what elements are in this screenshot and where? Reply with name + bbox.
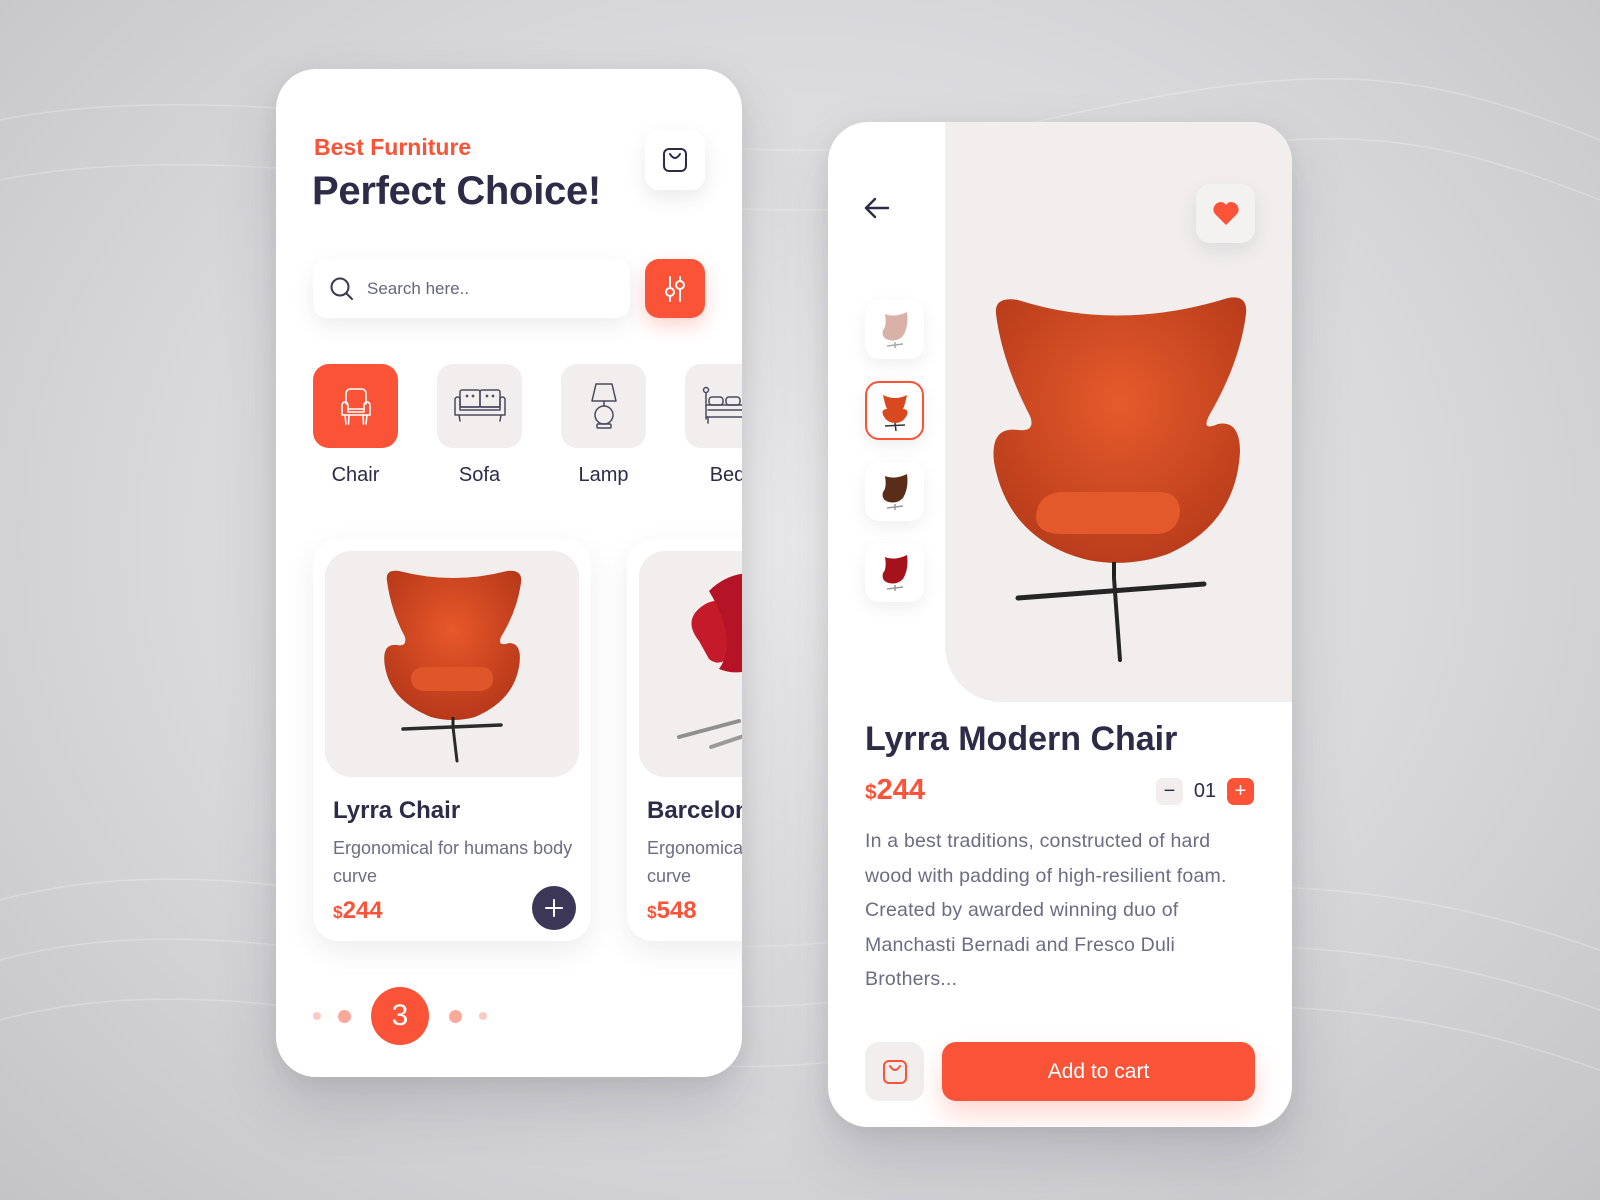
product-description: Ergonomical for humans body curve: [333, 838, 573, 886]
decrease-quantity-button[interactable]: −: [1156, 778, 1183, 805]
category-chair[interactable]: Chair: [313, 364, 398, 487]
category-tile: [437, 364, 522, 448]
product-description: Ergonomical for humans body curve: [647, 838, 742, 886]
category-label: Sofa: [458, 464, 501, 486]
arrow-left-icon[interactable]: [861, 192, 893, 224]
shopping-bag-icon: [663, 148, 687, 172]
category-label: Lamp: [578, 464, 629, 486]
product-name: Lyrra Chair: [333, 797, 461, 824]
price-value: 244: [876, 774, 926, 806]
product-name: Barcelona: [647, 797, 742, 824]
currency-symbol: $: [333, 902, 343, 922]
search-input[interactable]: [367, 278, 607, 299]
background-waves: [0, 77, 1600, 1071]
category-tile: [685, 364, 742, 448]
chair-thumbnail-pink: [882, 311, 907, 348]
currency-symbol: $: [865, 781, 877, 804]
shopping-bag-icon: [882, 1059, 907, 1084]
product-detail-screen: Lyrra Modern Chair $244 − 01 + In a best…: [828, 122, 1292, 1127]
category-label: Bed: [709, 464, 742, 486]
category-lamp[interactable]: Lamp: [561, 364, 646, 487]
category-list: Chair Sofa Lamp Bed: [313, 364, 742, 487]
page-dot[interactable]: [479, 1012, 487, 1020]
add-to-cart-button[interactable]: Add to cart: [942, 1042, 1255, 1101]
bag-button[interactable]: [865, 1042, 924, 1101]
product-price: $244: [333, 897, 383, 925]
variant-thumbnail-pink[interactable]: [865, 300, 924, 359]
price-value: 244: [342, 897, 383, 924]
chair-thumbnail-orange: [882, 394, 907, 431]
pagination: 3: [313, 987, 487, 1045]
cart-button[interactable]: [645, 130, 705, 190]
lamp-icon: [590, 383, 617, 429]
home-screen: Best Furniture Perfect Choice! Search he…: [276, 69, 742, 1077]
category-sofa[interactable]: Sofa: [437, 364, 522, 487]
add-product-button[interactable]: [532, 886, 576, 930]
heart-icon: [1212, 201, 1239, 225]
sliders-icon: [665, 275, 685, 302]
product-description: In a best traditions, constructed of har…: [865, 830, 1227, 990]
product-price: $244: [865, 774, 925, 807]
page-dot[interactable]: [449, 1009, 462, 1023]
product-image: [325, 551, 579, 777]
product-image: [639, 551, 742, 777]
quantity-value: 01: [1193, 780, 1217, 802]
variant-thumbnail-red[interactable]: [865, 543, 924, 602]
product-title: Lyrra Modern Chair: [865, 720, 1178, 758]
category-bed[interactable]: Bed: [685, 364, 742, 487]
page-dot[interactable]: [313, 1012, 321, 1020]
quantity-stepper: − 01 +: [1156, 778, 1254, 805]
category-tile: [313, 364, 398, 448]
favorite-button[interactable]: [1196, 184, 1255, 243]
egg-chair-image: [384, 570, 522, 763]
product-main-image: [993, 297, 1247, 662]
price-value: 548: [656, 897, 697, 924]
product-card[interactable]: Lyrra Chair Ergonomical for humans body …: [313, 539, 591, 941]
product-card[interactable]: Barcelona Ergonomical for humans body cu…: [627, 539, 742, 941]
page-title: Perfect Choice!: [312, 169, 601, 213]
bed-icon: [702, 386, 742, 424]
search-bar: [313, 259, 630, 318]
variant-thumbnail-orange[interactable]: [865, 381, 924, 440]
filter-button[interactable]: [645, 259, 705, 318]
variant-thumbnails: [865, 300, 924, 602]
swan-chair-image: [677, 573, 742, 749]
page-dot[interactable]: [338, 1009, 351, 1023]
increase-quantity-button[interactable]: +: [1227, 778, 1254, 805]
armchair-icon: [340, 388, 371, 425]
product-price: $548: [647, 897, 697, 925]
currency-symbol: $: [647, 902, 657, 922]
subtitle: Best Furniture: [314, 134, 472, 160]
chair-thumbnail-brown: [882, 473, 907, 510]
category-tile: [561, 364, 646, 448]
chair-thumbnail-red: [882, 554, 907, 591]
category-label: Chair: [331, 464, 380, 486]
variant-thumbnail-brown[interactable]: [865, 462, 924, 521]
search-icon: [330, 277, 353, 300]
sofa-icon: [453, 389, 506, 422]
plus-icon: [545, 899, 563, 917]
current-page[interactable]: 3: [371, 987, 429, 1045]
